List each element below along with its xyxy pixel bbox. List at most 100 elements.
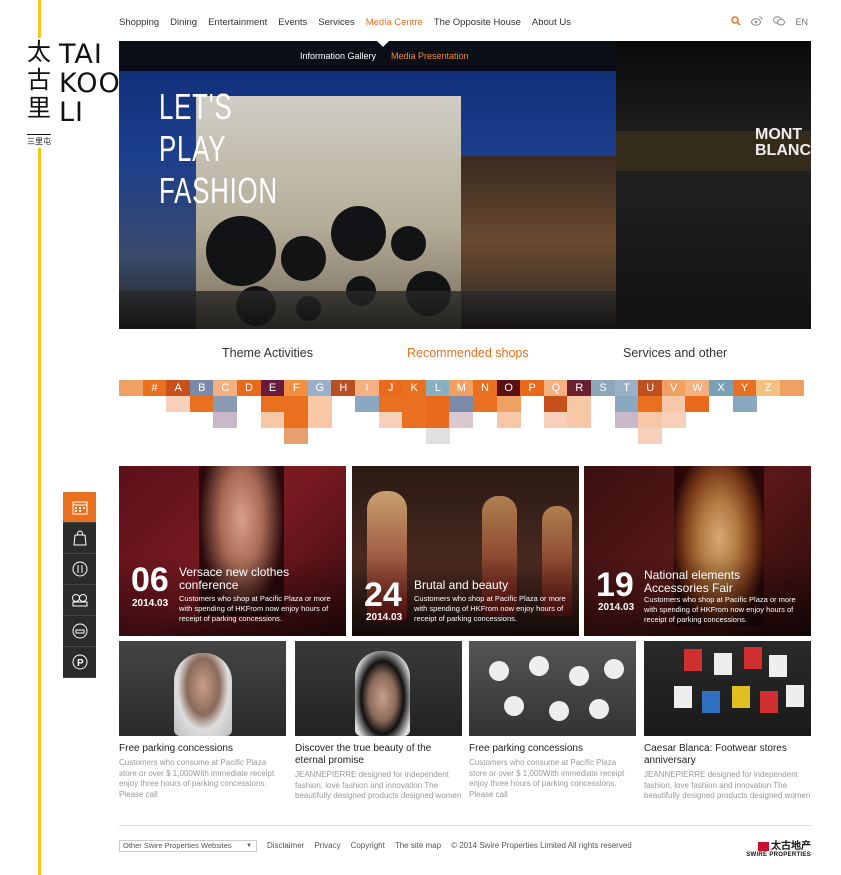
alphabet-tile xyxy=(661,396,686,412)
logo-line: KOO xyxy=(59,68,121,99)
header-tools: EN xyxy=(731,16,808,28)
footer-link-disclaimer[interactable]: Disclaimer xyxy=(267,841,304,850)
alphabet-tile xyxy=(307,396,332,412)
logo-line: LI xyxy=(59,97,85,128)
nav-item-about-us[interactable]: About Us xyxy=(532,17,571,31)
alphabet-letter-x[interactable]: X xyxy=(709,380,733,396)
alphabet-letter-n[interactable]: N xyxy=(473,380,497,396)
news-thumbnail[interactable] xyxy=(119,641,286,736)
chevron-down-icon: ▼ xyxy=(246,843,252,849)
alphabet-tile xyxy=(496,412,521,428)
news-item[interactable]: Caesar Blanca: Footwear stores anniversa… xyxy=(644,743,811,802)
featured-card[interactable]: 24 2014.03 Brutal and beauty Customers w… xyxy=(352,466,579,636)
news-thumbnail[interactable] xyxy=(469,641,636,736)
alphabet-letter-s[interactable]: S xyxy=(591,380,615,396)
logo-line: TAI xyxy=(59,39,103,70)
alphabet-letter-p[interactable]: P xyxy=(520,380,544,396)
news-title[interactable]: Discover the true beauty of the eternal … xyxy=(295,743,462,767)
nav-item-media-centre[interactable]: Media Centre xyxy=(366,17,423,31)
alphabet-letter-e[interactable]: E xyxy=(261,380,285,396)
news-title[interactable]: Caesar Blanca: Footwear stores anniversa… xyxy=(644,743,811,767)
parking-icon[interactable]: P xyxy=(63,647,96,678)
nav-item-shopping[interactable]: Shopping xyxy=(119,17,159,31)
tab-services-and-other[interactable]: Services and other xyxy=(623,346,727,360)
hero-sign-line: BLANC xyxy=(755,142,811,159)
thumb-shape xyxy=(489,661,509,681)
alphabet-letter-v[interactable]: V xyxy=(662,380,686,396)
alphabet-tile xyxy=(284,412,309,428)
subnav-media-presentation[interactable]: Media Presentation xyxy=(391,51,469,61)
alphabet-letter-q[interactable]: Q xyxy=(544,380,568,396)
dining-icon[interactable] xyxy=(63,554,96,585)
alphabet-letter-a[interactable]: A xyxy=(166,380,190,396)
footer-link-copyright[interactable]: Copyright xyxy=(351,841,385,850)
news-title[interactable]: Free parking concessions xyxy=(469,743,636,755)
alphabet-letter-h[interactable]: H xyxy=(331,380,355,396)
nav-item-opposite-house[interactable]: The Opposite House xyxy=(434,17,521,31)
nav-item-entertainment[interactable]: Entertainment xyxy=(208,17,267,31)
alphabet-letter-f[interactable]: F xyxy=(284,380,308,396)
alphabet-letter-g[interactable]: G xyxy=(308,380,332,396)
subnav-information-gallery[interactable]: Information Gallery xyxy=(300,51,376,61)
event-month: 2014.03 xyxy=(366,612,403,623)
taikooli-logo[interactable]: 太 古 里 TAI KOO LI 三里屯 xyxy=(27,38,120,148)
alphabet-letter-j[interactable]: J xyxy=(379,380,403,396)
alphabet-letter-u[interactable]: U xyxy=(638,380,662,396)
weibo-icon[interactable] xyxy=(751,16,763,28)
alphabet-letter-b[interactable]: B xyxy=(190,380,214,396)
alphabet-letter-w[interactable]: W xyxy=(685,380,709,396)
hero-banner[interactable]: MONT BLANC Information Gallery Media Pre… xyxy=(119,41,811,329)
featured-card[interactable]: 19 2014.03 National elements Accessories… xyxy=(584,466,811,636)
slogan-line: LET'S xyxy=(159,86,233,127)
footer-link-privacy[interactable]: Privacy xyxy=(314,841,340,850)
alphabet-letter-y[interactable]: Y xyxy=(733,380,757,396)
alphabet-letter-i[interactable]: I xyxy=(355,380,379,396)
news-desc: JEANNEPIERRE designed for independent fa… xyxy=(295,770,462,800)
swire-mark-icon xyxy=(758,842,769,851)
swire-properties-logo[interactable]: 太古地产 SWIRE PROPERTIES xyxy=(746,837,811,858)
alphabet-letter-r[interactable]: R xyxy=(567,380,591,396)
alphabet-letter-o[interactable]: O xyxy=(497,380,521,396)
footer-link-sitemap[interactable]: The site map xyxy=(395,841,441,850)
alphabet-tile xyxy=(260,412,285,428)
alphabet-letter-z[interactable]: Z xyxy=(756,380,780,396)
car-icon[interactable] xyxy=(63,616,96,647)
shopping-bag-icon[interactable] xyxy=(63,523,96,554)
tab-theme-activities[interactable]: Theme Activities xyxy=(222,346,313,360)
alphabet-letter-hash[interactable]: # xyxy=(143,380,167,396)
swire-websites-select[interactable]: Other Swire Properties Websites ▼ xyxy=(119,840,257,852)
search-icon[interactable] xyxy=(731,16,742,28)
news-item[interactable]: Discover the true beauty of the eternal … xyxy=(295,743,462,802)
calendar-icon[interactable] xyxy=(63,492,96,523)
thumb-shape xyxy=(549,701,569,721)
alphabet-tile xyxy=(284,428,309,444)
nav-item-services[interactable]: Services xyxy=(318,17,354,31)
tab-recommended-shops[interactable]: Recommended shops xyxy=(407,346,529,360)
alphabet-letter-t[interactable]: T xyxy=(615,380,639,396)
alphabet-letter-c[interactable]: C xyxy=(213,380,237,396)
film-icon[interactable] xyxy=(63,585,96,616)
hero-right-panel: MONT BLANC xyxy=(616,41,811,329)
alphabet-letter-k[interactable]: K xyxy=(402,380,426,396)
svg-text:P: P xyxy=(77,658,84,669)
news-thumbnail[interactable] xyxy=(644,641,811,736)
alphabet-tile xyxy=(779,380,804,396)
alphabet-tile xyxy=(543,412,568,428)
news-item[interactable]: Free parking concessions Customers who c… xyxy=(119,743,286,800)
thumb-shape xyxy=(604,659,624,679)
alphabet-letter-l[interactable]: L xyxy=(426,380,450,396)
news-title[interactable]: Free parking concessions xyxy=(119,743,286,755)
alphabet-letter-d[interactable]: D xyxy=(237,380,261,396)
news-item[interactable]: Free parking concessions Customers who c… xyxy=(469,743,636,800)
featured-card[interactable]: 06 2014.03 Versace new clothes conferenc… xyxy=(119,466,346,636)
hero-slogan: LET'S PLAY FASHION xyxy=(159,86,278,212)
language-switch[interactable]: EN xyxy=(795,17,808,27)
footer: Other Swire Properties Websites ▼ Discla… xyxy=(119,825,811,865)
wechat-icon[interactable] xyxy=(773,16,786,28)
alphabet-tile xyxy=(307,412,332,428)
nav-item-dining[interactable]: Dining xyxy=(170,17,197,31)
alphabet-letter-m[interactable]: M xyxy=(449,380,473,396)
alphabet-tile xyxy=(425,396,450,412)
nav-item-events[interactable]: Events xyxy=(278,17,307,31)
news-thumbnail[interactable] xyxy=(295,641,462,736)
